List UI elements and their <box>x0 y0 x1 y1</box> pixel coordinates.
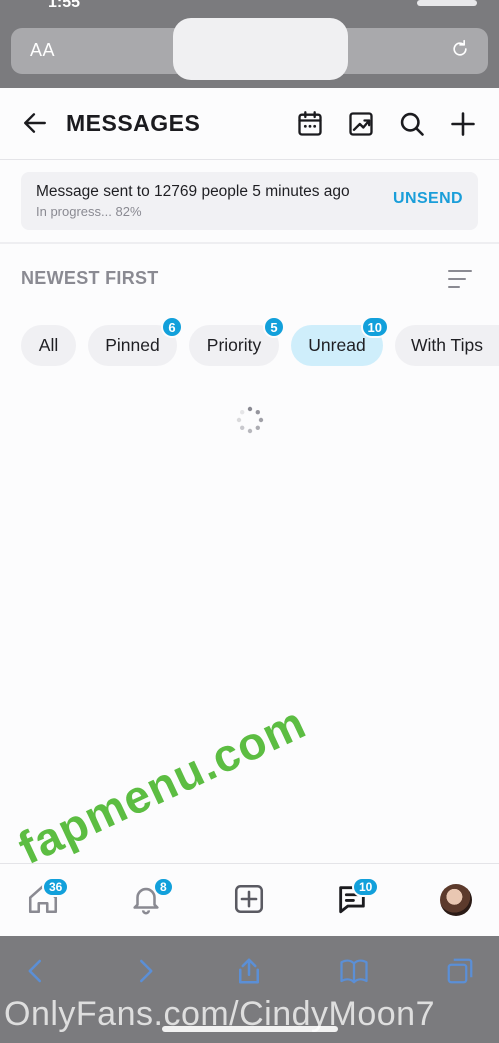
notice-progress: In progress... 82% <box>36 204 142 219</box>
share-icon[interactable] <box>234 956 264 986</box>
add-post-icon[interactable] <box>232 882 266 916</box>
statistics-icon[interactable] <box>347 110 375 138</box>
mass-message-notice: Message sent to 12769 people 5 minutes a… <box>21 172 478 230</box>
chip-label: Priority <box>206 335 262 355</box>
notifications-badge: 8 <box>153 877 174 897</box>
page-title: MESSAGES <box>66 110 201 136</box>
bookmarks-icon[interactable] <box>339 956 369 986</box>
sort-icon[interactable] <box>447 268 473 290</box>
count-badge: 6 <box>161 316 183 338</box>
avatar[interactable] <box>440 884 472 916</box>
chevron-right-icon[interactable] <box>130 956 160 986</box>
status-bar: 1:55 <box>0 0 499 14</box>
chevron-left-icon[interactable] <box>21 956 51 986</box>
sort-label: NEWEST FIRST <box>21 268 159 288</box>
reload-icon[interactable] <box>450 39 470 59</box>
tabs-icon[interactable] <box>445 956 475 986</box>
bottom-tab-bar: 36 8 10 <box>0 863 499 936</box>
filter-chip-with-tips[interactable]: With Tips <box>395 325 499 366</box>
filter-chip-all[interactable]: All <box>21 325 76 366</box>
battery-icon <box>417 0 477 6</box>
home-badge: 36 <box>42 877 70 897</box>
chip-label: Unread <box>308 335 366 355</box>
chip-label: Pinned <box>105 335 160 355</box>
loading-spinner-icon <box>236 406 264 434</box>
count-badge: 5 <box>263 316 285 338</box>
filter-chip-pinned[interactable]: Pinned 6 <box>88 316 183 366</box>
address-bar[interactable]: AA <box>11 18 488 80</box>
count-badge: 10 <box>360 316 389 338</box>
back-arrow-icon[interactable] <box>22 110 48 136</box>
messages-badge: 10 <box>352 877 380 897</box>
divider <box>0 242 499 244</box>
chip-label: With Tips <box>411 335 483 355</box>
chip-label: All <box>38 335 59 355</box>
clock: 1:55 <box>48 0 81 11</box>
search-icon[interactable] <box>398 110 426 138</box>
redacted-url <box>173 18 348 80</box>
site-watermark: fapmenu.com <box>10 695 314 875</box>
browser-toolbar: AA <box>0 14 499 88</box>
messages-header: MESSAGES <box>0 88 499 160</box>
filter-chip-priority[interactable]: Priority 5 <box>189 316 285 366</box>
notice-message: Message sent to 12769 people 5 minutes a… <box>36 183 350 200</box>
text-size-button[interactable]: AA <box>30 40 55 61</box>
filter-chip-unread[interactable]: Unread 10 <box>291 316 389 366</box>
calendar-icon[interactable] <box>296 110 324 138</box>
profile-watermark: OnlyFans.com/CindyMoon7 <box>4 995 436 1033</box>
unsend-button[interactable]: UNSEND <box>393 190 463 208</box>
plus-icon[interactable] <box>449 110 477 138</box>
